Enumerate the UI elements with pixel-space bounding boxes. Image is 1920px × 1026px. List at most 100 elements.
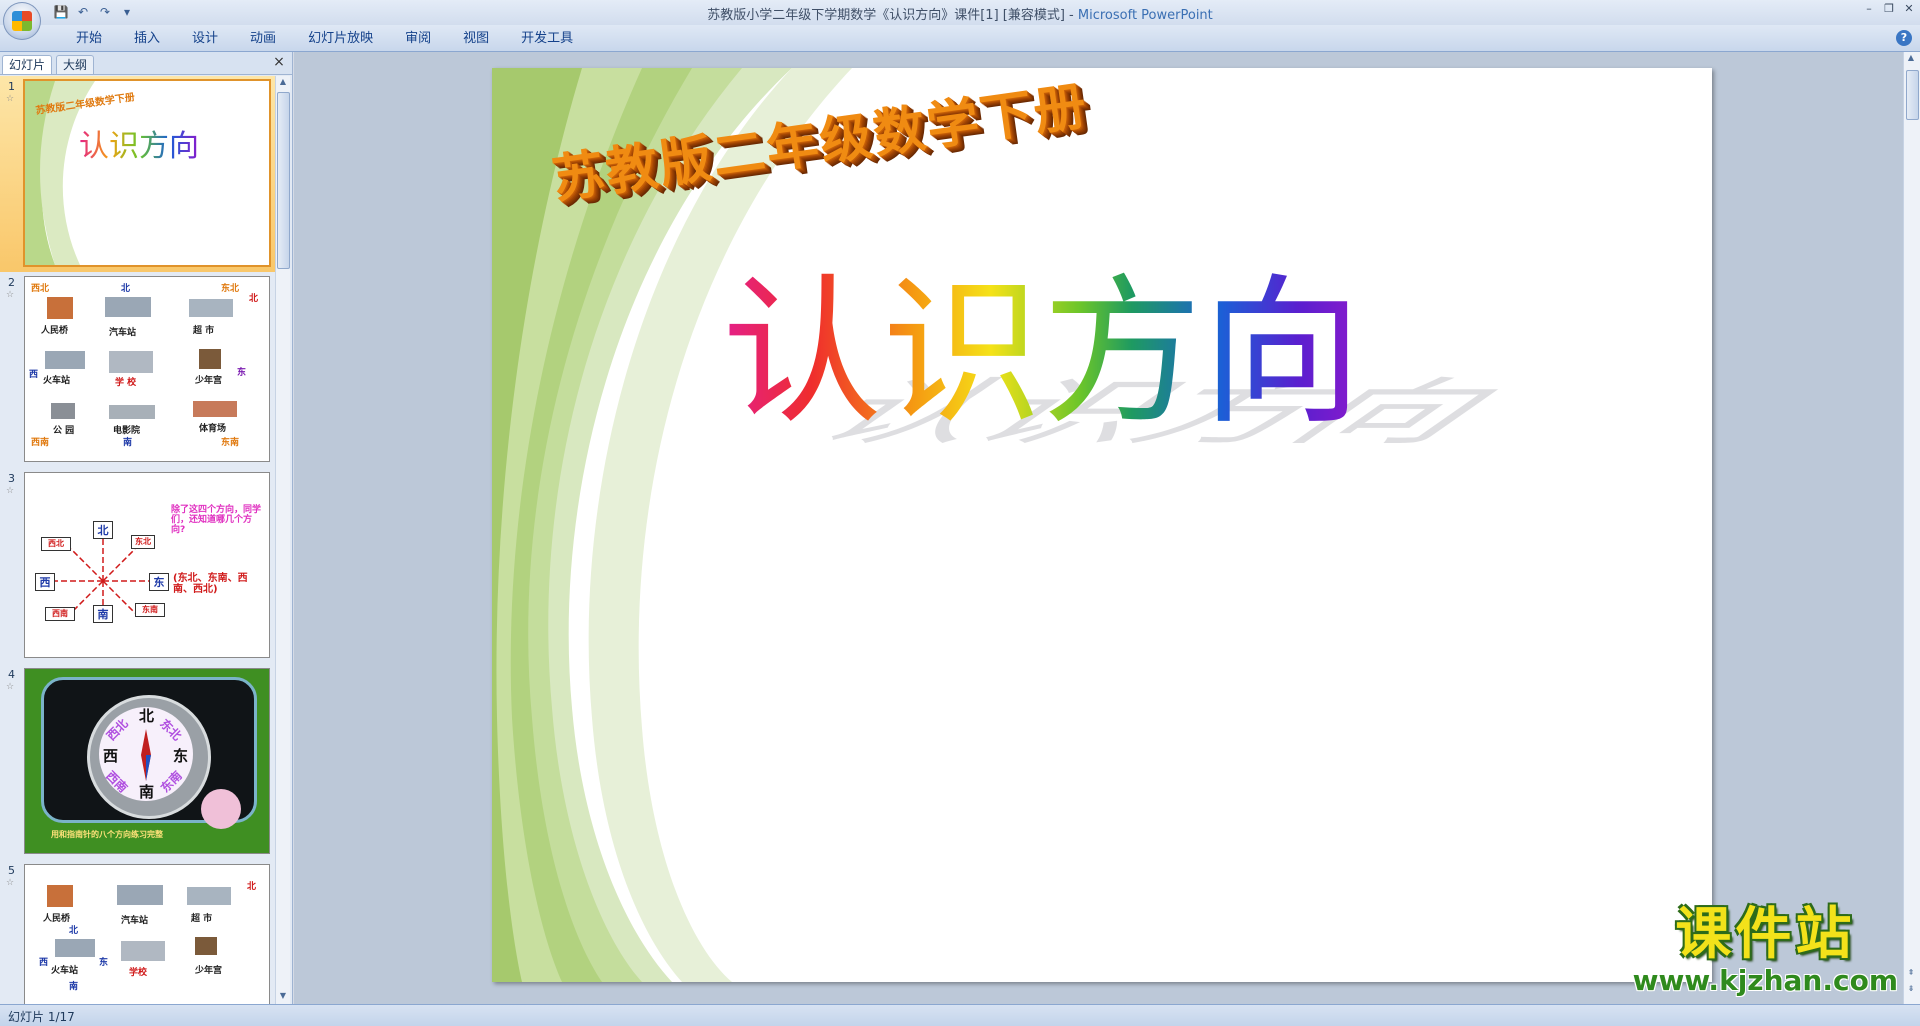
thumb-label: 人民桥 (41, 326, 69, 336)
prev-slide-icon[interactable]: ⇞ (1906, 968, 1916, 980)
tab-developer[interactable]: 开发工具 (505, 30, 589, 48)
slide-thumbnail-5[interactable]: 5 ☆ 北 人民桥 汽车站 超 市 北 西 东 火车站 学校 少年宫 南 (0, 860, 276, 1004)
thumb-label: 北 (249, 294, 259, 304)
document-name: 苏教版小学二年级下学期数学《认识方向》课件[1] [兼容模式] - (707, 8, 1078, 23)
scroll-down-icon[interactable]: ▼ (278, 991, 288, 1003)
tab-insert[interactable]: 插入 (118, 30, 176, 48)
tab-slides[interactable]: 幻灯片 (2, 55, 53, 74)
thumb-label: 东北 (221, 284, 240, 294)
window-title: 苏教版小学二年级下学期数学《认识方向》课件[1] [兼容模式] - Micros… (0, 4, 1920, 23)
thumb-dir: 南 (93, 605, 113, 623)
building-image (109, 405, 155, 419)
building-image (189, 299, 233, 317)
building-image (121, 941, 165, 961)
thumb-label: 东南 (221, 438, 240, 448)
office-button[interactable] (3, 2, 41, 40)
thumbnail-preview: 除了这四个方向，同学们，还知道哪几个方向? 北 东北 西北 西 东 南 西南 东… (24, 472, 270, 658)
thumb-label: 体育场 (199, 424, 227, 434)
thumbnail-preview: 北 人民桥 汽车站 超 市 北 西 东 火车站 学校 少年宫 南 (24, 864, 270, 1004)
thumb-label: 东 (237, 368, 247, 378)
thumb-dir: 西北 (41, 537, 71, 551)
window-controls: – ❐ ✕ (1862, 2, 1916, 16)
slide-number: 1 (8, 80, 15, 93)
building-image (195, 937, 217, 955)
thumb-label: 南 (123, 438, 133, 448)
tab-animations[interactable]: 动画 (234, 30, 292, 48)
tab-slideshow[interactable]: 幻灯片放映 (292, 30, 389, 48)
tab-home[interactable]: 开始 (60, 30, 118, 48)
building-image (51, 403, 75, 419)
tab-view[interactable]: 视图 (447, 30, 505, 48)
thumbnail-preview: 西北 北 东北 北 人民桥 汽车站 超 市 西 火车站 学 校 少年宫 东 公 … (24, 276, 270, 462)
animation-star-icon: ☆ (6, 878, 15, 888)
building-image (105, 297, 151, 317)
help-icon[interactable]: ? (1896, 30, 1912, 46)
watermark-url: www.kjzhan.com (1632, 964, 1898, 997)
minimize-icon[interactable]: – (1862, 2, 1876, 16)
pane-tabs: 幻灯片 大纲 × (0, 52, 292, 75)
slide-thumbnail-2[interactable]: 2 ☆ 西北 北 东北 北 人民桥 汽车站 超 市 西 火车站 学 校 少年宫 (0, 272, 276, 468)
direction-lines (55, 533, 151, 623)
slide-scrollbar[interactable]: ▲ ⇞ ⇟ (1903, 52, 1920, 1004)
cartoon-character (201, 789, 241, 829)
thumb-label: 公 园 (53, 426, 75, 436)
slide-counter: 幻灯片 1/17 (8, 1010, 75, 1024)
slide-thumbnail-1[interactable]: 1 ☆ 苏教版二年级数学下册 认识方向 (0, 76, 276, 272)
close-icon[interactable]: ✕ (1902, 2, 1916, 16)
slides-pane: 幻灯片 大纲 × 1 ☆ 苏教版二年级数学下册 认识方向 2 ☆ 西北 北 东北… (0, 52, 293, 1004)
tab-outline[interactable]: 大纲 (56, 55, 95, 74)
building-image (199, 349, 221, 369)
slide-thumbnail-3[interactable]: 3 ☆ 除了这四个方向，同学们，还知道哪几个方向? 北 东北 西北 西 东 南 (0, 468, 276, 664)
thumb-label: 人民桥 (43, 914, 71, 924)
thumb-caption: 用和指南针的八个方向练习完整 (51, 830, 163, 839)
scroll-up-icon[interactable]: ▲ (1906, 53, 1916, 65)
slide-number: 3 (8, 472, 15, 485)
thumb-label: 超 市 (193, 326, 215, 336)
thumb-label: 火车站 (43, 376, 71, 386)
animation-star-icon: ☆ (6, 94, 15, 104)
animation-star-icon: ☆ (6, 682, 15, 692)
building-image (117, 885, 163, 905)
thumb-dir: 东 (149, 573, 169, 591)
thumb-label: 汽车站 (109, 328, 137, 338)
thumb-label: 火车站 (51, 966, 79, 976)
thumb-answer: (东北、东南、西南、西北) (173, 573, 248, 595)
thumb-label: 汽车站 (121, 916, 149, 926)
slide-title[interactable]: 认识方向 (722, 263, 1362, 443)
thumb-dir: 西南 (45, 607, 75, 621)
slide-thumbnails: 1 ☆ 苏教版二年级数学下册 认识方向 2 ☆ 西北 北 东北 北 人民桥 汽车… (0, 76, 276, 1004)
app-name: Microsoft PowerPoint (1077, 8, 1213, 23)
thumb-label: 少年宫 (195, 376, 223, 386)
thumb-label: 学 校 (115, 378, 137, 388)
thumb-dir: 北 (93, 521, 113, 539)
thumbnail-preview: 苏教版二年级数学下册 认识方向 (23, 79, 271, 267)
thumb-label: 北 (121, 284, 131, 294)
thumb-dir: 东南 (135, 603, 165, 617)
thumb-title: 认识方向 (79, 121, 199, 165)
thumb-label: 超 市 (191, 914, 213, 924)
slide-thumbnail-4[interactable]: 4 ☆ 北 东北 西北 西 东 西南 东南 南 用和指南针的八个方向练习完整 (0, 664, 276, 860)
thumb-label: 西 (29, 370, 39, 380)
next-slide-icon[interactable]: ⇟ (1906, 984, 1916, 996)
thumb-label: 西北 (31, 284, 50, 294)
watermark-logo: 课件站 www.kjzhan.com (1632, 906, 1898, 998)
thumb-label: 西南 (31, 438, 50, 448)
scroll-thumb[interactable] (277, 92, 290, 269)
building-image (55, 939, 95, 957)
thumb-label: 西 (39, 958, 49, 968)
thumbnail-preview: 北 东北 西北 西 东 西南 东南 南 用和指南针的八个方向练习完整 (24, 668, 270, 854)
restore-icon[interactable]: ❐ (1882, 2, 1896, 16)
tab-design[interactable]: 设计 (176, 30, 234, 48)
building-image (45, 351, 85, 369)
scroll-up-icon[interactable]: ▲ (278, 77, 288, 89)
scroll-thumb[interactable] (1906, 70, 1919, 120)
building-image (193, 401, 237, 417)
building-image (47, 885, 73, 907)
pane-scrollbar[interactable]: ▲ ▼ (275, 76, 290, 1004)
tab-review[interactable]: 审阅 (389, 30, 447, 48)
current-slide[interactable]: 苏教版二年级数学下册 认识方向 认识方向 (492, 68, 1712, 982)
slide-number: 4 (8, 668, 15, 681)
pane-close-icon[interactable]: × (272, 55, 286, 69)
animation-star-icon: ☆ (6, 486, 15, 496)
thumb-label: 少年宫 (195, 966, 223, 976)
